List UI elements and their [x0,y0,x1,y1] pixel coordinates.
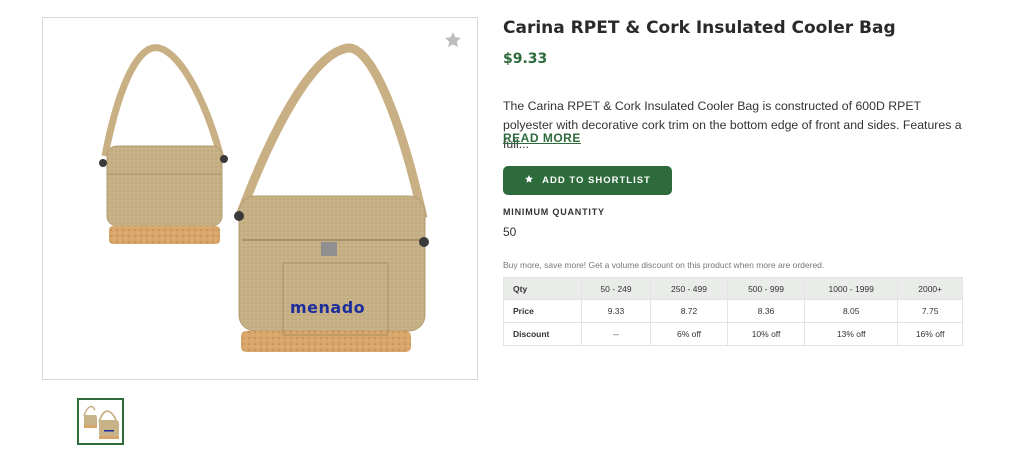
qty-tier: 250 - 499 [649,277,729,300]
price-row: Price 9.33 8.72 8.36 8.05 7.75 [503,299,963,323]
bag-logo-text: menado [290,298,366,317]
price-cell: 8.36 [727,299,806,323]
discount-row: Discount -- 6% off 10% off 13% off 16% o… [503,322,963,346]
add-to-shortlist-button[interactable]: ADD TO SHORTLIST [503,166,672,195]
qty-tier: 1000 - 1999 [804,277,899,300]
price-cell: 8.05 [804,299,899,323]
discount-cell: 6% off [649,322,729,346]
discount-cell: 13% off [804,322,899,346]
star-icon [524,174,534,187]
pricing-table: Qty 50 - 249 250 - 499 500 - 999 1000 - … [503,277,963,346]
thumbnail-image [83,405,119,439]
product-price: $9.33 [503,51,548,67]
product-description: The Carina RPET & Cork Insulated Cooler … [503,99,962,151]
product-details: Carina RPET & Cork Insulated Cooler Bag … [503,17,965,346]
discount-row-label: Discount [503,322,582,346]
product-thumbnail[interactable] [77,398,124,445]
price-cell: 9.33 [581,299,651,323]
volume-discount-note: Buy more, save more! Get a volume discou… [503,260,825,270]
qty-tier: 50 - 249 [581,277,651,300]
minimum-quantity-value: 50 [503,225,517,239]
price-row-label: Price [503,299,582,323]
discount-cell: -- [581,322,651,346]
pricing-header-row: Qty 50 - 249 250 - 499 500 - 999 1000 - … [503,277,963,300]
add-to-shortlist-label: ADD TO SHORTLIST [542,175,651,186]
qty-tier: 2000+ [897,277,963,300]
product-image-panel: menado [42,17,478,380]
minimum-quantity-label: MINIMUM QUANTITY [503,207,605,217]
read-more-link[interactable]: READ MORE [503,131,581,145]
favorite-star-icon[interactable] [443,30,463,50]
qty-header: Qty [503,277,582,300]
bag-logo: menado [290,298,365,317]
discount-cell: 10% off [727,322,806,346]
discount-cell: 16% off [897,322,963,346]
product-title: Carina RPET & Cork Insulated Cooler Bag [503,18,896,38]
qty-tier: 500 - 999 [727,277,806,300]
product-image [99,43,429,352]
price-cell: 7.75 [897,299,963,323]
price-cell: 8.72 [649,299,729,323]
